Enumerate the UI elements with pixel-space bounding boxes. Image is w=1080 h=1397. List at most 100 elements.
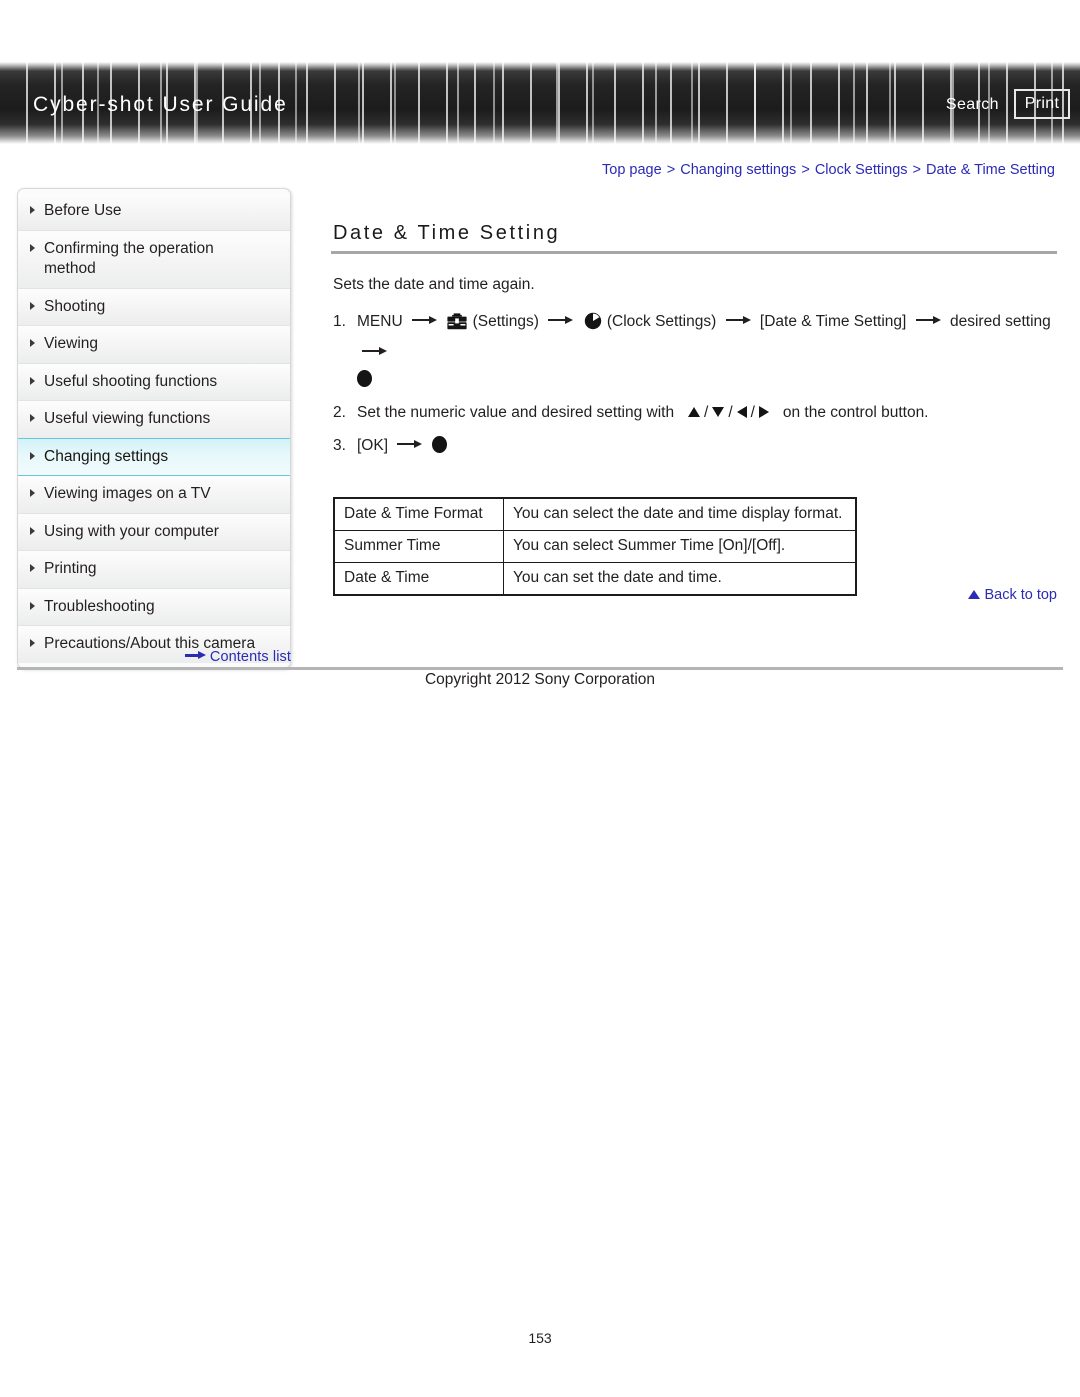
step-2-number: 2.	[333, 404, 346, 421]
sidebar-item-label: Useful viewing functions	[44, 410, 211, 427]
page-title: Date & Time Setting	[333, 222, 561, 244]
breadcrumb-item-date-time-setting[interactable]: Date & Time Setting	[926, 162, 1055, 178]
sidebar-item-label: Viewing	[44, 335, 99, 352]
slash-separator: /	[750, 404, 755, 421]
table-row: Summer Time You can select Summer Time […	[333, 530, 857, 563]
table-cell-value: You can select Summer Time [On]/[Off].	[503, 530, 857, 563]
sidebar-item-useful-viewing-functions[interactable]: Useful viewing functions	[18, 401, 290, 439]
sidebar-item-viewing[interactable]: Viewing	[18, 326, 290, 364]
sidebar-item-label: Useful shooting functions	[44, 372, 218, 390]
title-divider	[331, 251, 1057, 254]
step-2-body: Set the numeric value and desired settin…	[357, 399, 1057, 426]
sidebar-item-viewing-images-on-a-tv[interactable]: Viewing images on a TV	[18, 476, 290, 514]
slash-separator: /	[728, 404, 733, 421]
sidebar-item-label: Troubleshooting	[44, 597, 155, 615]
arrow-right-icon	[362, 346, 387, 356]
breadcrumb-separator: >	[666, 162, 676, 178]
chevron-right-icon	[30, 414, 35, 422]
sidebar-item-label: Printing	[44, 560, 97, 577]
chevron-right-icon	[30, 301, 35, 310]
sidebar-item-changing-settings[interactable]: Changing settings	[18, 437, 290, 476]
table-cell-key: Date & Time Format	[333, 497, 504, 531]
menu-label: MENU	[357, 313, 403, 330]
step-2-text-before: Set the numeric value and desired settin…	[357, 404, 675, 421]
arrow-right-icon	[915, 315, 941, 325]
sidebar-item-troubleshooting[interactable]: Troubleshooting	[18, 588, 290, 626]
chevron-right-icon	[30, 526, 35, 535]
arrow-right-icon	[184, 651, 207, 660]
step-2-text-after: on the control button.	[782, 404, 929, 421]
settings-text: (Settings)	[472, 313, 539, 330]
arrow-right-icon	[725, 315, 751, 325]
slash-separator: /	[704, 404, 709, 421]
main-content: Date & Time Setting Sets the date and ti…	[331, 222, 1057, 596]
sidebar-item-printing[interactable]: Printing	[18, 551, 290, 589]
sidebar-item-label: Before Use	[44, 202, 122, 219]
sidebar-item-shooting[interactable]: Shooting	[18, 288, 290, 326]
chevron-right-icon	[30, 564, 35, 572]
ok-label: [OK]	[357, 437, 389, 454]
chevron-right-icon	[30, 601, 35, 610]
site-header: Cyber-shot User Guide Search Print	[0, 62, 1080, 144]
search-button[interactable]: Search	[946, 96, 999, 114]
step-1-body: MENU (Settings) (Clock Settings) [Date &…	[357, 308, 1057, 393]
chevron-right-icon	[30, 451, 35, 460]
sidebar-item-before-use[interactable]: Before Use	[18, 193, 290, 231]
control-button-center-icon	[431, 436, 447, 453]
arrow-right-icon	[411, 315, 437, 325]
step-3-number: 3.	[333, 437, 346, 454]
copyright-text: Copyright 2012 Sony Corporation	[424, 671, 656, 688]
sidebar-nav: Before Use Confirming the operation meth…	[17, 188, 291, 669]
page-number: 153	[528, 1330, 552, 1346]
step-3-body: [OK]	[357, 432, 1057, 459]
sidebar-item-confirming-the-operation-method[interactable]: Confirming the operation method	[18, 230, 290, 289]
site-title: Cyber-shot User Guide	[33, 93, 288, 116]
sidebar-item-useful-shooting-functions[interactable]: Useful shooting functions	[18, 363, 290, 401]
clock-settings-text: (Clock Settings)	[606, 313, 717, 330]
sidebar-item-label: Viewing images on a TV	[44, 485, 211, 502]
sidebar-item-label: Shooting	[44, 297, 106, 315]
clock-icon	[584, 312, 602, 339]
toolbox-settings-icon	[447, 312, 467, 339]
breadcrumb: Top page > Changing settings > Clock Set…	[325, 162, 1055, 178]
sidebar-item-label: Confirming the operation method	[44, 239, 214, 278]
arrow-right-icon	[397, 439, 423, 449]
arrow-right-icon	[548, 315, 574, 325]
step-3: 3. [OK]	[333, 432, 1057, 459]
arrow-left-icon	[736, 406, 747, 418]
intro-text: Sets the date and time again.	[333, 276, 535, 293]
date-time-setting-bracket: [Date & Time Setting]	[759, 313, 907, 330]
arrow-right-icon	[758, 406, 769, 418]
table-cell-value: You can select the date and time display…	[503, 497, 857, 531]
sidebar-item-label: Changing settings	[44, 447, 169, 465]
breadcrumb-item-clock-settings[interactable]: Clock Settings	[815, 162, 908, 178]
chevron-right-icon	[30, 243, 35, 252]
triangle-up-icon	[968, 590, 981, 599]
arrow-down-icon	[712, 407, 725, 417]
breadcrumb-item-top-page[interactable]: Top page	[602, 162, 662, 178]
sidebar-item-using-with-your-computer[interactable]: Using with your computer	[18, 513, 290, 551]
contents-list-row: Contents list	[17, 648, 291, 666]
contents-list-link[interactable]: Contents list	[210, 649, 291, 665]
breadcrumb-separator: >	[912, 162, 922, 178]
breadcrumb-item-changing-settings[interactable]: Changing settings	[680, 162, 796, 178]
back-to-top-row: Back to top	[331, 586, 1057, 604]
step-1-number: 1.	[333, 313, 346, 330]
step-2: 2. Set the numeric value and desired set…	[333, 399, 1057, 426]
print-button[interactable]: Print	[1014, 89, 1070, 119]
desired-setting-text: desired setting	[949, 313, 1051, 330]
control-button-center-icon	[357, 370, 372, 387]
chevron-right-icon	[30, 639, 35, 647]
chevron-right-icon	[30, 376, 35, 385]
arrow-up-icon	[688, 407, 700, 417]
sidebar-item-label: Using with your computer	[44, 522, 219, 540]
table-cell-key: Summer Time	[333, 530, 504, 563]
back-to-top-link[interactable]: Back to top	[984, 587, 1057, 603]
chevron-right-icon	[30, 339, 35, 347]
chevron-right-icon	[30, 489, 35, 497]
settings-table: Date & Time Format You can select the da…	[333, 497, 857, 596]
breadcrumb-separator: >	[801, 162, 810, 178]
chevron-right-icon	[30, 206, 35, 214]
table-row: Date & Time Format You can select the da…	[333, 497, 857, 531]
footer-divider	[17, 667, 1063, 670]
